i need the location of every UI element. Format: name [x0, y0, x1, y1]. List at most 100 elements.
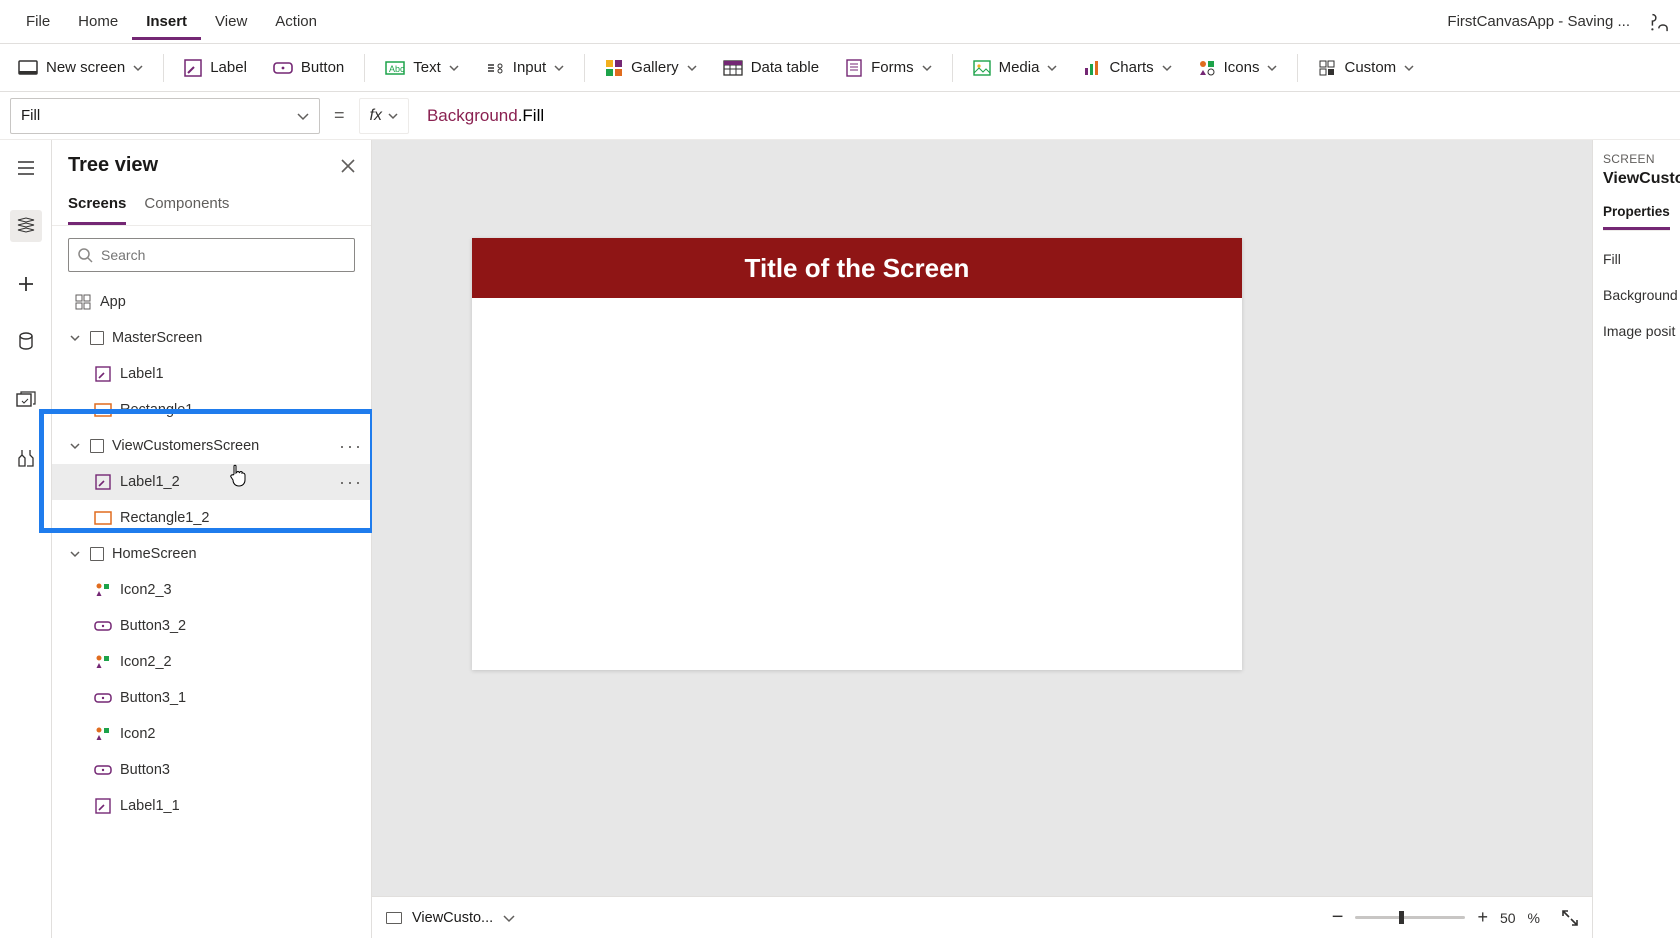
tree-item-label: Rectangle1_2	[120, 510, 210, 526]
chevron-down-icon	[554, 63, 564, 73]
tree-item-button3-1[interactable]: Button3_1	[52, 680, 371, 716]
app-title-label: FirstCanvasApp - Saving ...	[1447, 13, 1638, 30]
media-button[interactable]: Media	[963, 53, 1068, 82]
menu-home[interactable]: Home	[64, 3, 132, 40]
tree-list: App MasterScreen Label1 Rectangle1 ViewC…	[52, 284, 371, 938]
tree-item-label1[interactable]: Label1	[52, 356, 371, 392]
gallery-button[interactable]: Gallery	[595, 53, 707, 83]
tree-item-label: Label1_2	[120, 474, 180, 490]
tree-view-title: Tree view	[68, 154, 158, 177]
rectangle-icon	[94, 509, 112, 527]
screen-icon	[90, 331, 104, 345]
forms-button[interactable]: Forms	[835, 53, 942, 83]
left-rail	[0, 140, 52, 938]
menu-file[interactable]: File	[12, 3, 64, 40]
media-button-label: Media	[999, 59, 1040, 76]
tree-item-masterscreen[interactable]: MasterScreen	[52, 320, 371, 356]
hamburger-icon[interactable]	[10, 152, 42, 184]
tree-item-rectangle1-2[interactable]: Rectangle1_2	[52, 500, 371, 536]
more-icon[interactable]: ···	[339, 472, 363, 493]
tree-item-label1-1[interactable]: Label1_1	[52, 788, 371, 824]
tree-item-app[interactable]: App	[52, 284, 371, 320]
button-button[interactable]: Button	[263, 53, 354, 82]
property-selector[interactable]: Fill	[10, 98, 320, 134]
status-screen-name[interactable]: ViewCusto...	[412, 910, 493, 926]
icons-button-label: Icons	[1224, 59, 1260, 76]
app-icon	[74, 293, 92, 311]
tree-view-icon[interactable]	[10, 210, 42, 242]
tree-item-label: Rectangle1	[120, 402, 193, 418]
menu-insert[interactable]: Insert	[132, 3, 201, 40]
close-icon[interactable]	[341, 159, 355, 173]
formula-bar: Fill = fx Background.Fill	[0, 92, 1680, 140]
custom-button-label: Custom	[1344, 59, 1396, 76]
data-table-button[interactable]: Data table	[713, 53, 829, 82]
tree-item-icon2-2[interactable]: Icon2_2	[52, 644, 371, 680]
zoom-value: 50	[1500, 910, 1516, 926]
property-selector-value: Fill	[21, 107, 40, 124]
tab-properties[interactable]: Properties	[1603, 198, 1670, 230]
search-box[interactable]	[68, 238, 355, 272]
chevron-down-icon[interactable]	[503, 912, 515, 924]
media-rail-icon[interactable]	[10, 384, 42, 416]
tree-item-icon2-3[interactable]: Icon2_3	[52, 572, 371, 608]
more-icon[interactable]: ···	[339, 436, 363, 457]
property-background-image[interactable]: Background	[1603, 277, 1670, 313]
label-icon	[94, 365, 112, 383]
menu-bar: File Home Insert View Action FirstCanvas…	[0, 0, 1680, 44]
label-icon	[94, 473, 112, 491]
tree-item-label: Icon2_3	[120, 582, 172, 598]
tree-item-viewcustomersscreen[interactable]: ViewCustomersScreen ···	[52, 428, 371, 464]
advanced-tools-icon[interactable]	[10, 442, 42, 474]
menu-view[interactable]: View	[201, 3, 261, 40]
tab-screens[interactable]: Screens	[68, 187, 126, 225]
charts-button[interactable]: Charts	[1073, 53, 1181, 82]
zoom-unit: %	[1528, 910, 1540, 926]
fit-to-window-icon[interactable]	[1562, 910, 1578, 926]
tree-item-label1-2[interactable]: Label1_2 ···	[52, 464, 371, 500]
icons-button[interactable]: Icons	[1188, 53, 1288, 83]
custom-button[interactable]: Custom	[1308, 53, 1424, 83]
icon-control-icon	[94, 653, 112, 671]
search-input[interactable]	[101, 247, 346, 263]
fx-button[interactable]: fx	[359, 98, 409, 134]
label-button[interactable]: Label	[174, 53, 257, 83]
chevron-down-icon	[297, 110, 309, 122]
text-button[interactable]: Abc Text	[375, 53, 469, 82]
tree-item-icon2[interactable]: Icon2	[52, 716, 371, 752]
new-screen-button[interactable]: New screen	[8, 53, 153, 82]
input-button[interactable]: Input	[475, 53, 574, 82]
screen-icon	[90, 547, 104, 561]
tree-item-label: MasterScreen	[112, 330, 202, 346]
tree-item-rectangle1[interactable]: Rectangle1	[52, 392, 371, 428]
canvas-area[interactable]: Title of the Screen ViewCusto... − + 50 …	[372, 140, 1592, 938]
tree-view-panel: Tree view Screens Components App MasterS…	[52, 140, 372, 938]
input-button-label: Input	[513, 59, 546, 76]
label-icon	[94, 797, 112, 815]
help-icon[interactable]	[1646, 11, 1668, 33]
button-control-icon	[94, 617, 112, 635]
svg-text:Abc: Abc	[389, 64, 405, 74]
tab-components[interactable]: Components	[144, 187, 229, 225]
zoom-in-button[interactable]: +	[1477, 907, 1488, 928]
tree-item-label: Button3_1	[120, 690, 186, 706]
chevron-down-icon	[1404, 63, 1414, 73]
canvas-screen[interactable]: Title of the Screen	[472, 238, 1242, 670]
formula-input[interactable]: Background.Fill	[419, 98, 1670, 134]
chevron-down-icon	[388, 111, 398, 121]
title-banner[interactable]: Title of the Screen	[472, 238, 1242, 298]
add-icon[interactable]	[10, 268, 42, 300]
property-image-position[interactable]: Image posit	[1603, 313, 1670, 349]
tree-item-label: Button3	[120, 762, 170, 778]
tree-item-homescreen[interactable]: HomeScreen	[52, 536, 371, 572]
menu-action[interactable]: Action	[261, 3, 331, 40]
tree-item-button3-2[interactable]: Button3_2	[52, 608, 371, 644]
tree-item-button3[interactable]: Button3	[52, 752, 371, 788]
zoom-out-button[interactable]: −	[1332, 906, 1344, 929]
zoom-slider[interactable]	[1355, 916, 1465, 919]
forms-button-label: Forms	[871, 59, 914, 76]
property-fill[interactable]: Fill	[1603, 241, 1670, 277]
tree-item-label: HomeScreen	[112, 546, 197, 562]
data-icon[interactable]	[10, 326, 42, 358]
search-icon	[77, 247, 93, 263]
